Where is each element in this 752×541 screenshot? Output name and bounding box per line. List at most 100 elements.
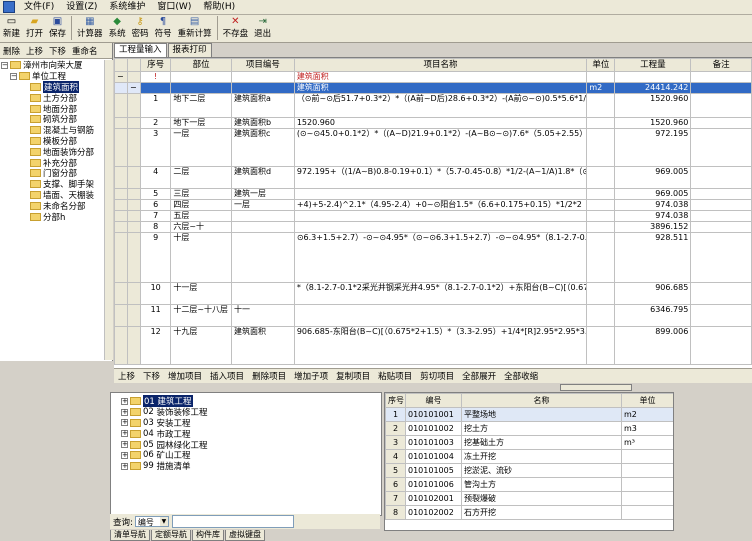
table-row[interactable]: 6 010101006 管沟土方 xyxy=(385,477,673,492)
row-remark[interactable] xyxy=(690,221,752,233)
system-button[interactable]: ◆ 系统 xyxy=(106,15,129,41)
table-row[interactable]: 8 六层~十 3896.152 xyxy=(114,221,752,233)
col-no[interactable]: 序号 xyxy=(385,393,406,408)
expand-icon[interactable]: + xyxy=(121,430,128,438)
row-formula[interactable]: +4)+5-2.4)^2.1*（4.95-2.4）+0~⊙阳台1.5*（6.6+… xyxy=(293,199,588,211)
row-part[interactable]: 地下一层 xyxy=(170,117,232,129)
col-unit[interactable]: 单位 xyxy=(621,393,673,408)
tree-unit[interactable]: − 单位工程 xyxy=(0,71,104,82)
row-qty[interactable]: 928.511 xyxy=(614,232,692,283)
row-formula[interactable]: *（8.1-2.7-0.1*2采光井钢采光井4.95*（8.1-2.7-0.1*… xyxy=(293,282,588,305)
library-item[interactable]: +04 市政工程 xyxy=(121,428,381,440)
row-code[interactable]: 建筑面积 xyxy=(230,326,295,365)
menu-file[interactable]: 文件(F) xyxy=(18,0,60,14)
expand-icon[interactable]: + xyxy=(121,441,128,449)
row-qty[interactable]: 974.038 xyxy=(614,199,692,211)
row-remark[interactable] xyxy=(690,326,752,365)
col-remark[interactable]: 备注 xyxy=(690,58,752,72)
table-row[interactable]: 2 地下一层 建筑面积b 1520.960 1520.960 xyxy=(114,117,752,129)
item-name[interactable]: 管沟土方 xyxy=(461,477,622,492)
library-item[interactable]: +05 园林绿化工程 xyxy=(121,439,381,451)
item-code[interactable]: 010102002 xyxy=(405,505,462,520)
menu-help[interactable]: 帮助(H) xyxy=(197,0,241,14)
collapse-all-button[interactable]: 全部收缩 xyxy=(500,370,542,382)
tree-rename-button[interactable]: 重命名 xyxy=(69,45,101,57)
total-name[interactable]: 建筑面积 xyxy=(293,82,588,94)
tree-delete-button[interactable]: 删除 xyxy=(0,45,23,57)
row-part[interactable]: 三层 xyxy=(170,188,232,200)
row-code[interactable] xyxy=(230,210,295,222)
table-row[interactable]: 2 010101002 挖土方 m3 xyxy=(385,421,673,436)
insert-item-button[interactable]: 插入项目 xyxy=(206,370,248,382)
tree-item[interactable]: 未命名分部 xyxy=(0,200,104,212)
tree-root[interactable]: − 漳州市向荣大厦 xyxy=(0,60,104,71)
expand-icon[interactable]: + xyxy=(121,397,128,405)
row-unit[interactable] xyxy=(586,166,616,189)
tree-move-down-button[interactable]: 下移 xyxy=(46,45,69,57)
paste-item-button[interactable]: 粘贴项目 xyxy=(374,370,416,382)
row-qty[interactable]: 972.195 xyxy=(614,128,692,167)
tree-item[interactable]: 地面分部 xyxy=(0,103,104,115)
add-subitem-button[interactable]: 增加子项 xyxy=(290,370,332,382)
item-code[interactable]: 010101006 xyxy=(405,477,462,492)
row-remark[interactable] xyxy=(690,188,752,200)
tab-bill-navigation[interactable]: 清单导航 xyxy=(110,530,150,541)
total-qty[interactable]: 24414.242 xyxy=(614,82,692,94)
row-formula[interactable] xyxy=(293,210,588,222)
group-name[interactable]: 建筑面积 xyxy=(293,71,588,83)
row-code[interactable]: 建筑面积a xyxy=(230,93,295,118)
item-name[interactable]: 石方开挖 xyxy=(461,505,622,520)
row-part[interactable]: 二层 xyxy=(170,166,232,189)
item-code[interactable]: 010102001 xyxy=(405,491,462,506)
tree-scrollbar[interactable] xyxy=(104,60,113,360)
row-formula[interactable]: （⊙前~⊙后51.7+0.3*2）*（(A前~D后)28.6+0.3*2）-(A… xyxy=(293,93,588,118)
table-row[interactable]: 10 十一层 *（8.1-2.7-0.1*2采光井钢采光井4.95*（8.1-2… xyxy=(114,282,752,305)
tree-item[interactable]: 补充分部 xyxy=(0,157,104,169)
menu-window[interactable]: 窗口(W) xyxy=(151,0,197,14)
table-row[interactable]: 8 010102002 石方开挖 xyxy=(385,505,673,520)
menu-settings[interactable]: 设置(Z) xyxy=(60,0,103,14)
row-formula[interactable]: 906.685-东阳台(B~C)[（0.675*2+1.5）*（3.3-2.95… xyxy=(293,326,588,365)
row-remark[interactable] xyxy=(690,166,752,189)
collapse-icon[interactable]: − xyxy=(10,72,17,80)
password-button[interactable]: ⚷ 密码 xyxy=(129,15,152,41)
search-input[interactable] xyxy=(171,515,294,528)
exit-button[interactable]: ⇥ 退出 xyxy=(251,15,274,41)
row-remark[interactable] xyxy=(690,93,752,118)
tree-move-up-button[interactable]: 上移 xyxy=(23,45,46,57)
table-row[interactable]: 6 四层 一层 +4)+5-2.4)^2.1*（4.95-2.4）+0~⊙阳台1… xyxy=(114,199,752,211)
row-code[interactable] xyxy=(230,221,295,233)
library-item[interactable]: +03 安装工程 xyxy=(121,418,381,429)
row-remark[interactable] xyxy=(690,282,752,305)
item-unit[interactable] xyxy=(621,505,673,520)
calculator-button[interactable]: ▦ 计算器 xyxy=(74,15,106,41)
library-item[interactable]: +99 措施清单 xyxy=(121,461,381,472)
row-formula[interactable] xyxy=(293,221,588,233)
new-button[interactable]: ▭ 新建 xyxy=(0,15,23,41)
col-code[interactable]: 项目编号 xyxy=(230,58,295,72)
recalculate-button[interactable]: ▤ 重新计算 xyxy=(175,15,215,41)
item-name[interactable]: 挖基础土方 xyxy=(461,435,622,450)
open-button[interactable]: ▰ 打开 xyxy=(23,15,46,41)
item-unit[interactable] xyxy=(621,449,673,464)
tab-virtual-keyboard[interactable]: 虚拟键盘 xyxy=(225,530,265,541)
add-item-button[interactable]: 增加项目 xyxy=(164,370,206,382)
tab-quota-navigation[interactable]: 定额导航 xyxy=(151,530,191,541)
row-unit[interactable] xyxy=(586,282,616,305)
library-item[interactable]: +01 建筑工程 xyxy=(121,395,381,408)
row-unit[interactable] xyxy=(586,210,616,222)
expand-all-button[interactable]: 全部展开 xyxy=(458,370,500,382)
row-remark[interactable] xyxy=(690,210,752,222)
row-remark[interactable] xyxy=(690,304,752,327)
cut-item-button[interactable]: 剪切项目 xyxy=(416,370,458,382)
row-unit[interactable] xyxy=(586,117,616,129)
expand-icon[interactable]: + xyxy=(121,462,128,470)
row-qty[interactable]: 899.006 xyxy=(614,326,692,365)
row-unit[interactable] xyxy=(586,232,616,283)
row-formula[interactable]: (⊙~⊙45.0+0.1*2）*（(A~D)21.9+0.1*2）-(A~B⊙~… xyxy=(293,128,588,167)
row-remark[interactable] xyxy=(690,117,752,129)
row-qty[interactable]: 969.005 xyxy=(614,188,692,200)
row-code[interactable]: 建筑一层 xyxy=(230,188,295,200)
menu-system-maintenance[interactable]: 系统维护 xyxy=(103,0,151,14)
col-part[interactable]: 部位 xyxy=(170,58,232,72)
